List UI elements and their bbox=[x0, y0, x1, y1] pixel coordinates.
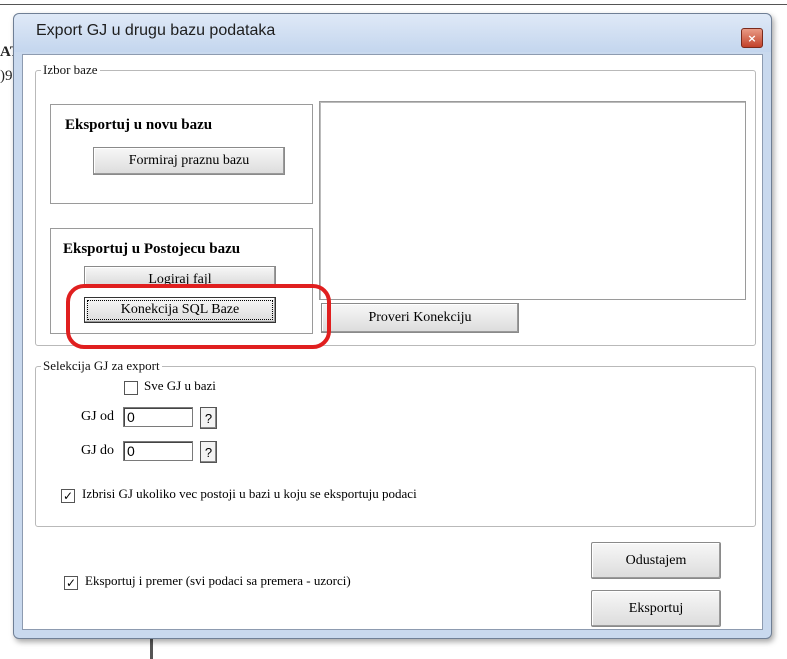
gj-do-label: GJ do bbox=[81, 443, 115, 458]
selekcija-gj-group: Selekcija GJ za export Sve GJ u bazi GJ … bbox=[35, 358, 756, 527]
gj-od-input[interactable]: 0 bbox=[123, 407, 193, 427]
proveri-konekciju-button[interactable]: Proveri Konekciju bbox=[321, 303, 519, 333]
eksportuj-premer-checkbox[interactable]: ✓ bbox=[64, 576, 78, 590]
gj-od-lookup-button[interactable]: ? bbox=[200, 407, 217, 429]
export-dialog: Export GJ u drugu bazu podataka × Izbor … bbox=[13, 13, 772, 639]
gj-do-lookup-button[interactable]: ? bbox=[200, 441, 217, 463]
nova-baza-heading: Eksportuj u novu bazu bbox=[65, 117, 213, 133]
izbor-baze-legend: Izbor baze bbox=[41, 62, 100, 78]
sve-gj-label: Sve GJ u bazi bbox=[144, 378, 216, 393]
nova-baza-panel: Eksportuj u novu bazu Formiraj praznu ba… bbox=[50, 104, 313, 204]
gj-do-input[interactable]: 0 bbox=[123, 441, 193, 461]
annotation-highlight-ellipse bbox=[66, 284, 331, 349]
selekcija-legend: Selekcija GJ za export bbox=[41, 358, 162, 374]
odustajem-button[interactable]: Odustajem bbox=[591, 542, 721, 579]
close-icon: × bbox=[747, 31, 757, 45]
postojeca-baza-heading: Eksportuj u Postojecu bazu bbox=[63, 241, 241, 257]
background-vertical-line bbox=[150, 636, 153, 659]
dialog-client-area: Izbor baze Eksportuj u novu bazu Formira… bbox=[22, 54, 763, 630]
window-title: Export GJ u drugu bazu podataka bbox=[36, 22, 276, 39]
close-button[interactable]: × bbox=[741, 28, 763, 48]
connection-info-panel bbox=[319, 101, 746, 300]
izbrisi-gj-checkbox[interactable]: ✓ bbox=[61, 489, 75, 503]
izbrisi-gj-label: Izbrisi GJ ukoliko vec postoji u bazi u … bbox=[82, 486, 417, 501]
sve-gj-checkbox[interactable] bbox=[124, 381, 138, 395]
eksportuj-premer-label: Eksportuj i premer (svi podaci sa premer… bbox=[85, 573, 351, 588]
formiraj-praznu-bazu-button[interactable]: Formiraj praznu bazu bbox=[93, 147, 285, 175]
eksportuj-button[interactable]: Eksportuj bbox=[591, 590, 721, 627]
background-top-border bbox=[0, 4, 787, 5]
title-bar: Export GJ u drugu bazu podataka × bbox=[14, 14, 771, 52]
logiraj-fajl-button[interactable]: Logiraj fajl bbox=[84, 266, 276, 286]
gj-od-label: GJ od bbox=[81, 409, 115, 424]
